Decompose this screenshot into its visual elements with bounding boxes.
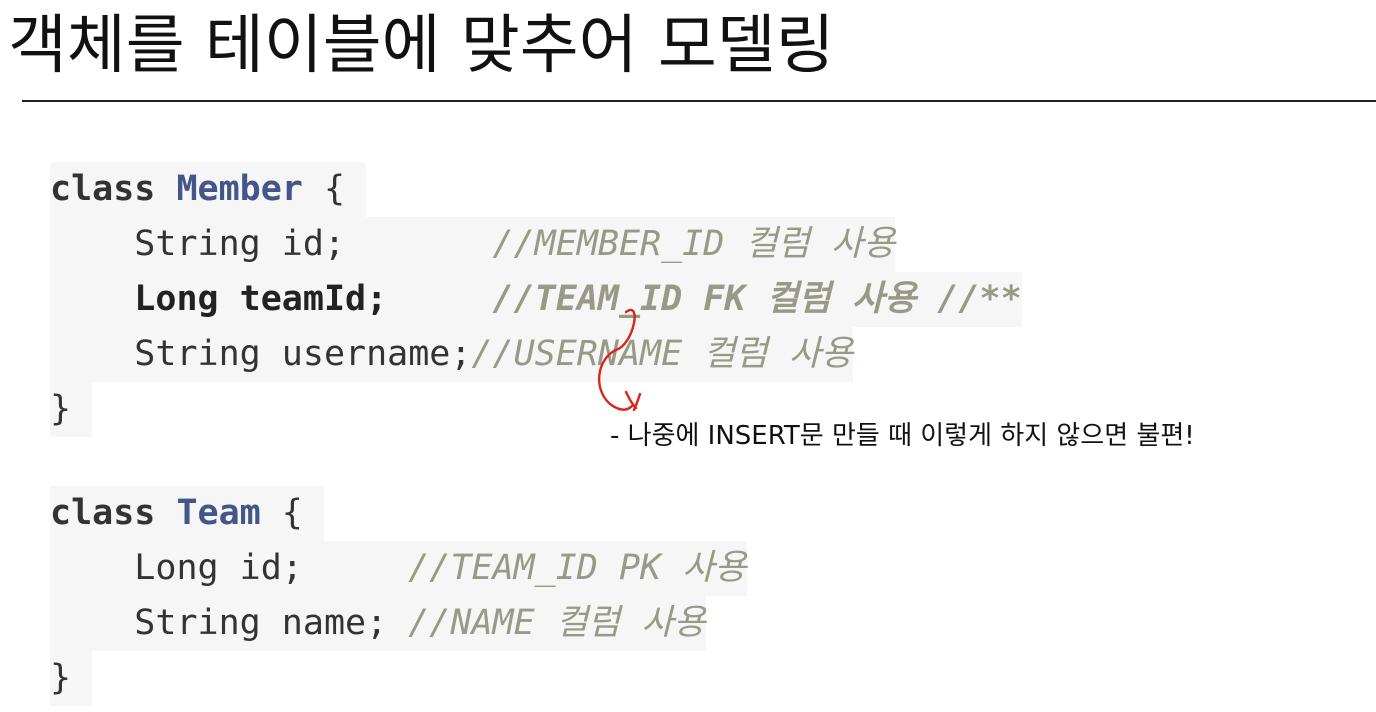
close-brace: } [50, 658, 72, 698]
class-keyword: class [50, 493, 156, 533]
annotation-note: - 나중에 INSERT문 만들 때 이렇게 하지 않으면 불편! [610, 421, 1195, 451]
field-member-team-id: Long teamId; [134, 279, 493, 319]
code-line-team-declaration: class Team { [50, 486, 324, 541]
code-line-team-id: Long id; //TEAM_ID PK 사용 [50, 541, 747, 596]
comment-member-team-id: //TEAM_ID FK 컬럼 사용 //** [492, 279, 1022, 319]
code-line-team-name: String name; //NAME 컬럼 사용 [50, 596, 706, 651]
class-name-team: Team [176, 493, 261, 533]
code-line-member-username: String username;//USERNAME 컬럼 사용 [50, 327, 854, 382]
team-class-code-block: class Team { Long id; //TEAM_ID PK 사용 St… [50, 486, 747, 706]
field-team-name: String name; [134, 603, 409, 643]
open-brace: { [302, 169, 346, 209]
member-class-code-block: class Member { String id; //MEMBER_ID 컬럼… [50, 162, 1022, 437]
title-divider [22, 100, 1376, 102]
slide-title: 객체를 테이블에 맞추어 모델링 [8, 9, 835, 83]
code-line-member-id: String id; //MEMBER_ID 컬럼 사용 [50, 217, 896, 272]
close-brace: } [50, 389, 72, 429]
handwritten-arrow-stroke [597, 308, 642, 412]
handwritten-arrow-annotation [597, 308, 642, 412]
code-line-member-team-id: Long teamId; //TEAM_ID FK 컬럼 사용 //** [50, 272, 1022, 327]
comment-member-username: //USERNAME 컬럼 사용 [471, 334, 854, 374]
comment-member-id: //MEMBER_ID 컬럼 사용 [492, 224, 896, 264]
code-line-member-close: } [50, 382, 93, 437]
open-brace: { [260, 493, 303, 533]
comment-team-id: //TEAM_ID PK 사용 [408, 548, 747, 588]
code-line-team-close: } [50, 651, 93, 706]
code-line-member-declaration: class Member { [50, 162, 367, 217]
field-team-id: Long id; [134, 548, 409, 588]
field-member-username: String username; [134, 334, 472, 374]
class-keyword: class [50, 169, 156, 209]
field-member-id: String id; [134, 224, 493, 264]
class-name-member: Member [176, 169, 303, 209]
comment-team-name: //NAME 컬럼 사용 [408, 603, 706, 643]
